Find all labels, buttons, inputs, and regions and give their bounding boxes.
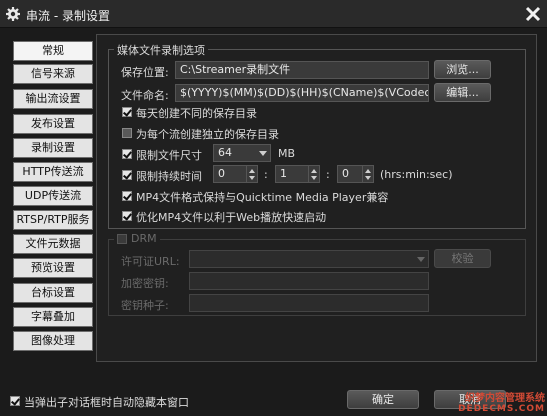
save-location-input[interactable]: C:\Streamer录制文件 xyxy=(175,61,429,79)
sidebar-item-file-metadata[interactable]: 文件元数据 xyxy=(13,234,93,254)
sidebar-item-subtitle[interactable]: 字幕叠加 xyxy=(13,307,93,327)
limit-duration-label: 限制持续时间 xyxy=(136,170,202,183)
window-title: 串流 - 录制设置 xyxy=(26,9,110,23)
limit-size-checkbox[interactable] xyxy=(122,149,132,159)
sidebar-item-logo[interactable]: 台标设置 xyxy=(13,283,93,303)
sidebar-item-rtsp-service[interactable]: RTSP/RTP服务 xyxy=(13,210,93,230)
media-group-title: 媒体文件录制选项 xyxy=(114,42,208,58)
daily-dir-label: 每天创建不同的保存目录 xyxy=(136,107,257,120)
arrow-down-icon xyxy=(365,176,371,180)
edit-button[interactable]: 编辑... xyxy=(434,83,491,102)
sidebar-item-signal-source[interactable]: 信号来源 xyxy=(13,64,93,84)
mp4-quicktime-checkbox[interactable] xyxy=(122,191,132,201)
duration-hours-value: 0 xyxy=(218,167,225,180)
hours-spin-buttons[interactable] xyxy=(246,166,257,182)
duration-seconds-stepper[interactable]: 0 xyxy=(337,165,374,183)
drm-title: DRM xyxy=(131,232,157,245)
sidebar-item-http-stream[interactable]: HTTP传送流 xyxy=(13,162,93,182)
browse-button[interactable]: 浏览... xyxy=(434,60,491,79)
sidebar-item-output-stream[interactable]: 输出流设置 xyxy=(13,89,93,109)
limit-size-label: 限制文件尺寸 xyxy=(136,149,202,162)
per-stream-dir-label: 为每个流创建独立的保存目录 xyxy=(136,128,279,141)
close-icon[interactable] xyxy=(523,4,543,24)
limit-duration-checkbox[interactable] xyxy=(122,170,132,180)
limit-size-select[interactable]: 64 xyxy=(213,144,271,162)
save-location-label: 保存位置: xyxy=(121,66,169,79)
duration-separator: : xyxy=(326,168,330,181)
arrow-up-icon xyxy=(311,169,317,173)
ok-button[interactable]: 确定 xyxy=(347,390,419,409)
mp4-quicktime-label: MP4文件格式保持与Quicktime Media Player兼容 xyxy=(136,191,389,204)
arrow-up-icon xyxy=(365,169,371,173)
limit-size-unit: MB xyxy=(278,147,296,160)
encrypt-key-input[interactable] xyxy=(189,272,429,290)
key-seed-label: 密钥种子: xyxy=(121,299,169,312)
license-url-select[interactable] xyxy=(189,250,429,268)
seconds-spin-buttons[interactable] xyxy=(362,166,373,182)
sidebar-item-preview[interactable]: 预览设置 xyxy=(13,258,93,278)
duration-format-hint: (hrs:min:sec) xyxy=(380,168,453,181)
minutes-spin-buttons[interactable] xyxy=(308,166,319,182)
duration-separator: : xyxy=(264,168,268,181)
title-bar: 串流 - 录制设置 xyxy=(0,0,547,28)
per-stream-dir-checkbox[interactable] xyxy=(122,128,132,138)
sidebar-item-recording[interactable]: 录制设置 xyxy=(13,138,93,158)
filename-label: 文件命名: xyxy=(121,89,169,102)
daily-dir-checkbox[interactable] xyxy=(122,107,132,117)
auto-hide-checkbox[interactable] xyxy=(10,396,20,406)
verify-button[interactable]: 校验 xyxy=(434,249,491,268)
duration-hours-stepper[interactable]: 0 xyxy=(213,165,258,183)
filename-input[interactable]: $(YYYY)$(MM)$(DD)$(HH)$(CName)$(VCodec)$… xyxy=(175,84,429,102)
duration-minutes-value: 1 xyxy=(280,167,287,180)
chevron-down-icon xyxy=(259,151,267,156)
key-seed-input[interactable] xyxy=(189,294,429,312)
arrow-down-icon xyxy=(249,176,255,180)
sidebar-item-publish[interactable]: 发布设置 xyxy=(13,114,93,134)
arrow-up-icon xyxy=(249,169,255,173)
license-url-label: 许可证URL: xyxy=(121,255,180,268)
chevron-down-icon xyxy=(417,257,425,262)
gear-icon xyxy=(6,7,20,21)
mp4-web-checkbox[interactable] xyxy=(122,211,132,221)
encrypt-key-label: 加密密钥: xyxy=(121,277,169,290)
limit-size-value: 64 xyxy=(218,146,232,159)
duration-seconds-value: 0 xyxy=(342,167,349,180)
watermark-line2: DEDECMS.COM xyxy=(458,404,545,414)
watermark: 织梦内容管理系统 DEDECMS.COM xyxy=(458,393,545,415)
watermark-line1: 织梦内容管理系统 xyxy=(465,393,545,404)
sidebar-item-image-processing[interactable]: 图像处理 xyxy=(13,331,93,351)
duration-minutes-stepper[interactable]: 1 xyxy=(275,165,320,183)
sidebar-item-general[interactable]: 常规 xyxy=(13,41,93,61)
sidebar-item-udp-stream[interactable]: UDP传送流 xyxy=(13,186,93,206)
arrow-down-icon xyxy=(311,176,317,180)
auto-hide-label: 当弹出子对话框时自动隐藏本窗口 xyxy=(24,396,189,409)
drm-checkbox[interactable] xyxy=(117,234,127,244)
drm-header: DRM xyxy=(114,232,160,246)
mp4-web-label: 优化MP4文件以利于Web播放快速启动 xyxy=(136,211,327,224)
